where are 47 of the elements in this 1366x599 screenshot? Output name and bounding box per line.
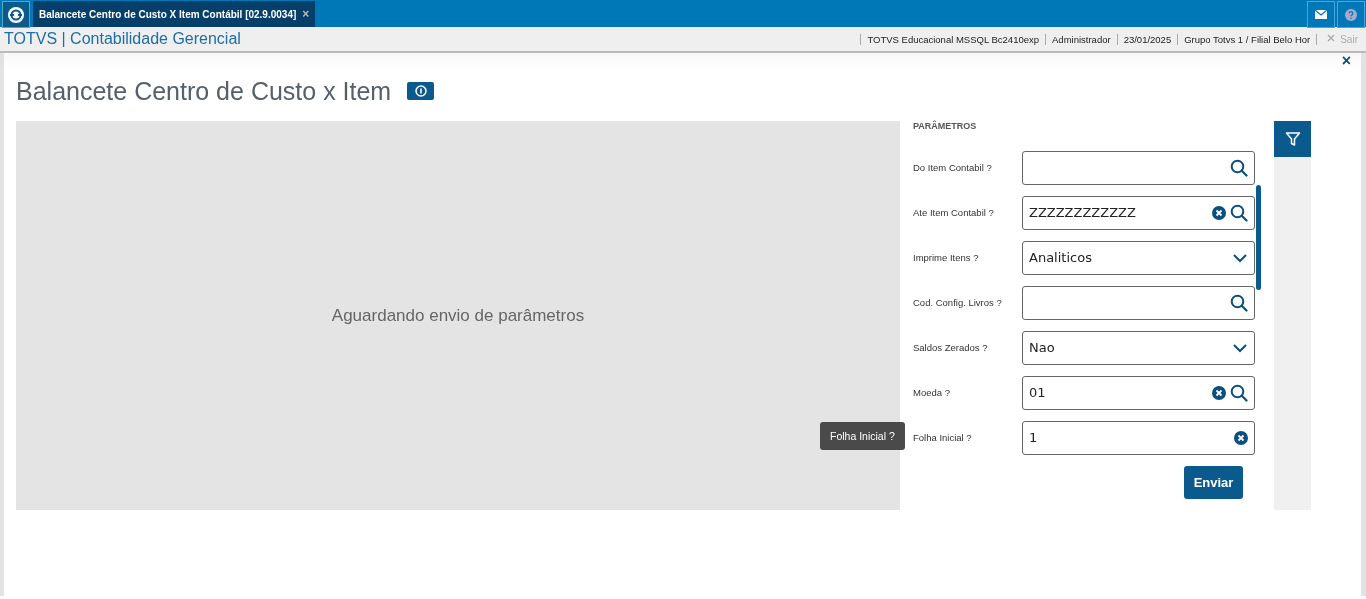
field-label: Do Item Contabil ? <box>913 162 993 173</box>
field-label: Moeda ? <box>913 387 951 398</box>
envelope-icon <box>1315 10 1327 19</box>
select-field[interactable]: Nao <box>1022 330 1255 365</box>
search-icon[interactable] <box>1230 158 1248 177</box>
app-title: TOTVS | Contabilidade Gerencial <box>3 30 242 48</box>
field-label: Imprime Itens ? <box>913 252 980 263</box>
input-field[interactable] <box>1022 285 1255 320</box>
input-field[interactable]: ZZZZZZZZZZZZ <box>1022 195 1255 230</box>
info-button[interactable] <box>407 82 435 100</box>
search-icon[interactable] <box>1230 293 1248 312</box>
close-icon <box>1327 33 1336 42</box>
field-label: Cod. Config. Livros ? <box>913 297 1003 308</box>
help-icon <box>1345 8 1357 21</box>
filter-button[interactable] <box>1274 121 1311 157</box>
app-logo-icon[interactable] <box>2 1 30 28</box>
page-title: Balancete Centro de Custo x Item <box>16 76 392 106</box>
field-label: Folha Inicial ? <box>913 432 973 443</box>
search-icon[interactable] <box>1230 383 1248 402</box>
info-icon <box>414 85 427 97</box>
session-info: 23/01/2025 <box>1116 33 1178 45</box>
input-field[interactable]: 1 <box>1022 420 1255 455</box>
session-info: TOTVS Educacional MSSQL Bc2410exp <box>860 33 1046 45</box>
tooltip: Folha Inicial ? <box>820 422 905 450</box>
clear-icon[interactable] <box>1212 385 1226 400</box>
session-info: Administrador <box>1045 33 1117 45</box>
search-icon[interactable] <box>1230 203 1248 222</box>
clear-icon[interactable] <box>1234 430 1248 445</box>
close-button[interactable]: × <box>1341 53 1351 69</box>
field-label: Ate Item Contabil ? <box>913 207 995 218</box>
parameters-heading: PARÂMETROS <box>913 121 978 133</box>
chevron-down-icon[interactable] <box>1232 252 1248 263</box>
program-tab[interactable]: Balancete Centro de Custo X Item Contábil [02.9.0034] × <box>33 1 316 27</box>
clear-icon[interactable] <box>1212 205 1226 220</box>
mail-button[interactable] <box>1307 1 1335 28</box>
send-button[interactable]: Enviar <box>1184 466 1243 499</box>
chevron-down-icon[interactable] <box>1232 342 1248 353</box>
filter-icon <box>1284 131 1301 147</box>
field-label: Saldos Zerados ? <box>913 342 989 353</box>
tab-close-button[interactable]: × <box>302 7 310 21</box>
scrollbar-thumb[interactable] <box>1256 185 1261 290</box>
select-field[interactable]: Analiticos <box>1022 240 1255 275</box>
waiting-message: Aguardando envio de parâmetros <box>331 305 585 326</box>
session-info: Grupo Totvs 1 / Filial Belo Hor <box>1177 33 1317 45</box>
tab-title[interactable]: Balancete Centro de Custo X Item Contábil [02.9.0034] <box>39 8 297 20</box>
input-field[interactable]: 01 <box>1022 375 1255 410</box>
input-field[interactable] <box>1022 150 1255 185</box>
